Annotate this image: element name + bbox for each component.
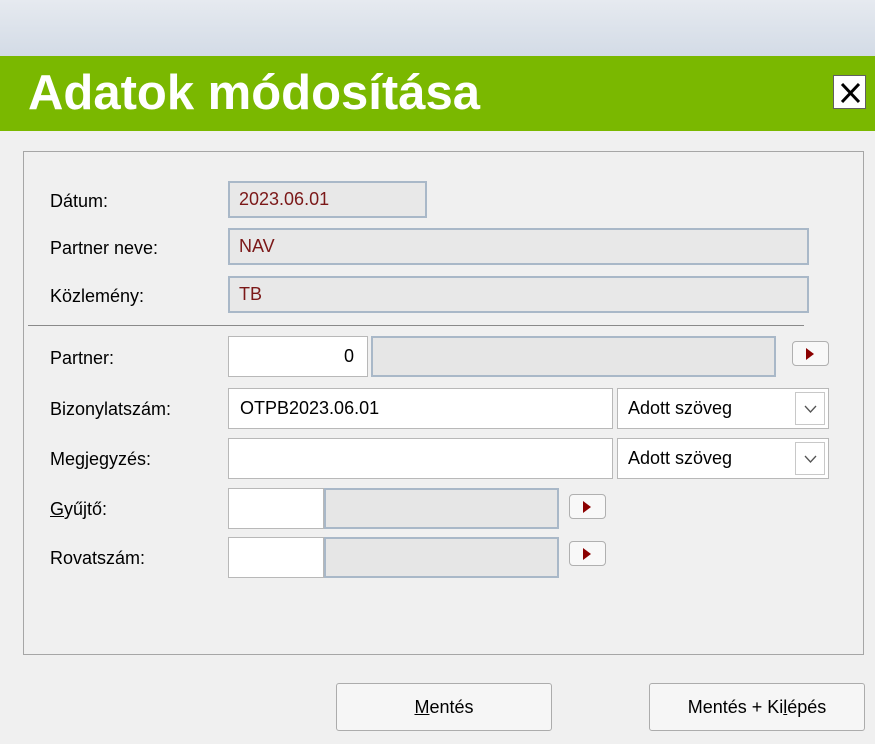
arrow-right-icon (583, 501, 591, 513)
datum-field: 2023.06.01 (228, 181, 427, 218)
megjegyzes-mode-select[interactable]: Adott szöveg (617, 438, 829, 479)
window-top-strip (0, 0, 875, 56)
partner-neve-label: Partner neve: (50, 238, 159, 258)
bizonylatszam-label: Bizonylatszám: (50, 399, 172, 419)
megjegyzes-label: Megjegyzés: (50, 449, 152, 469)
bizonylatszam-input[interactable]: OTPB2023.06.01 (228, 388, 613, 429)
partner-label: Partner: (50, 348, 115, 368)
gyujto-label-accesskey: G (50, 499, 65, 519)
close-button[interactable] (833, 75, 866, 109)
close-icon (840, 82, 861, 104)
partner-name-field (371, 336, 776, 377)
gyujto-label-post: yűjtő: (64, 499, 108, 519)
title-bar: Adatok módosítása (0, 56, 875, 131)
arrow-right-icon (583, 548, 591, 560)
dialog-title: Adatok módosítása (28, 66, 480, 120)
gyujto-lookup-button[interactable] (569, 494, 606, 519)
rovatszam-label: Rovatszám: (50, 548, 146, 568)
save-and-exit-button[interactable]: Mentés + Kilépés (649, 683, 865, 731)
bizonylatszam-mode-value: Adott szöveg (628, 398, 733, 418)
rovatszam-name-field (324, 537, 559, 578)
dialog-window: Adatok módosítása Dátum: 2023.06.01 Part… (0, 0, 875, 744)
gyujto-name-field (324, 488, 559, 529)
save-exit-label-post: épés (787, 697, 827, 717)
section-divider (28, 325, 804, 326)
save-button[interactable]: Mentés (336, 683, 552, 731)
megjegyzes-mode-value: Adott szöveg (628, 448, 733, 468)
rovatszam-code-input[interactable] (228, 537, 324, 578)
save-label-rest: entés (429, 697, 474, 717)
gyujto-label: Gyűjtő: (50, 498, 107, 520)
partner-neve-field: NAV (228, 228, 809, 265)
bizonylatszam-mode-select[interactable]: Adott szöveg (617, 388, 829, 429)
kozlemeny-field: TB (228, 276, 809, 313)
dropdown-button[interactable] (795, 392, 825, 425)
partner-lookup-button[interactable] (792, 341, 829, 366)
chevron-down-icon (804, 455, 817, 463)
chevron-down-icon (804, 405, 817, 413)
rovatszam-lookup-button[interactable] (569, 541, 606, 566)
dropdown-button[interactable] (795, 442, 825, 475)
gyujto-code-input[interactable] (228, 488, 324, 529)
save-accesskey: M (414, 697, 430, 717)
kozlemeny-label: Közlemény: (50, 286, 145, 306)
partner-code-input[interactable]: 0 (228, 336, 368, 377)
save-exit-label-pre: Mentés + Ki (687, 697, 784, 717)
datum-label: Dátum: (50, 191, 109, 211)
megjegyzes-input[interactable] (228, 438, 613, 479)
arrow-right-icon (806, 348, 814, 360)
